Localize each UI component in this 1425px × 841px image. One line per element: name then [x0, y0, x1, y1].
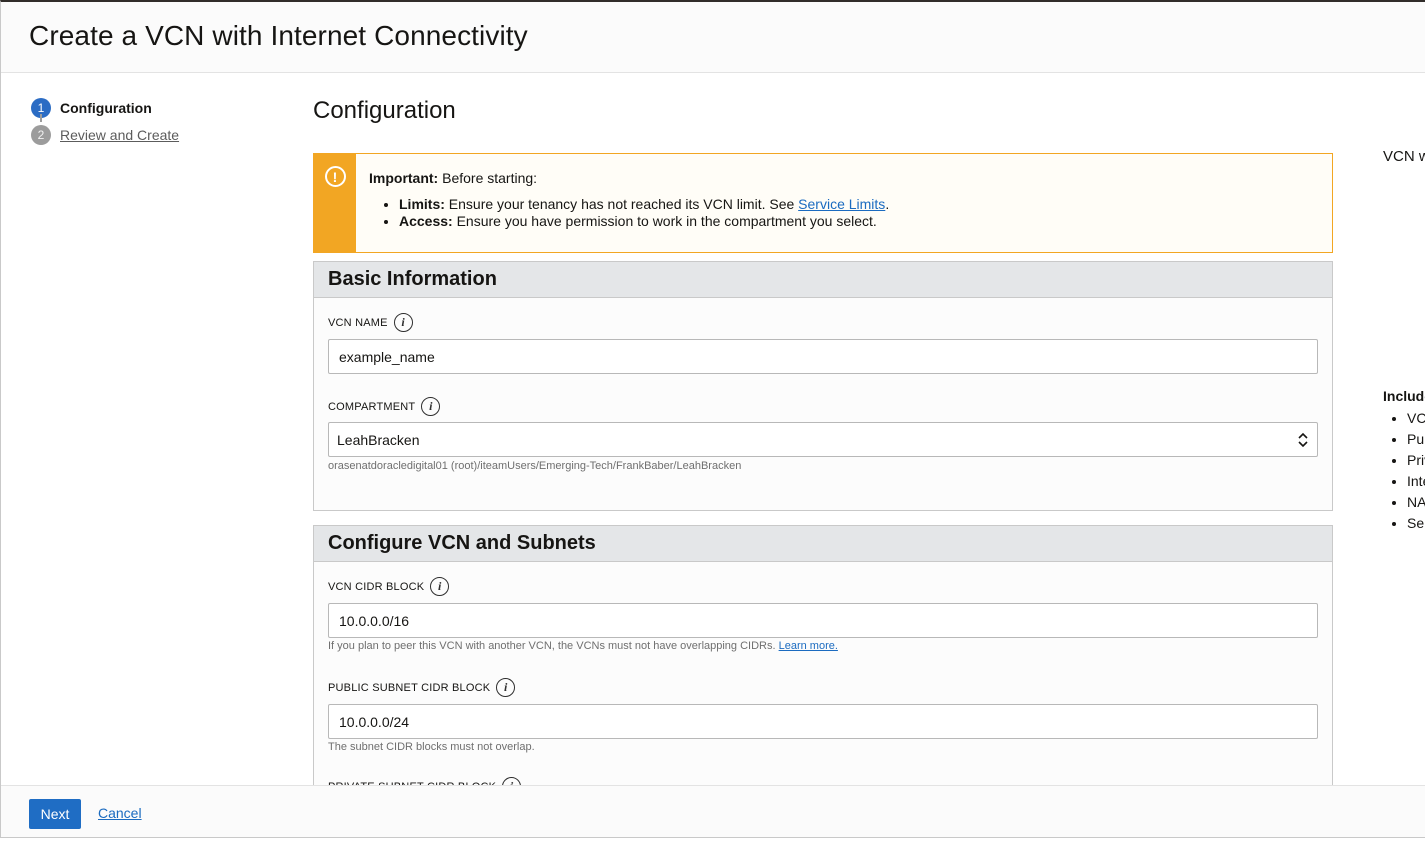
- summary-title: VCN w: [1383, 148, 1425, 165]
- summary-item: Priv: [1407, 450, 1425, 471]
- vcn-cidr-help-text: If you plan to peer this VCN with anothe…: [328, 640, 779, 652]
- compartment-select-value: LeahBracken: [337, 431, 420, 448]
- step-review-and-create[interactable]: 2 Review and Create: [31, 121, 271, 148]
- important-alert: ! Important: Before starting: Limits: En…: [313, 153, 1333, 253]
- vcn-cidr-help: If you plan to peer this VCN with anothe…: [328, 640, 838, 652]
- alert-item-bold: Limits:: [399, 196, 445, 212]
- alert-list: Limits: Ensure your tenancy has not reac…: [369, 196, 889, 230]
- vcn-cidr-input[interactable]: [328, 603, 1318, 638]
- compartment-label-text: COMPARTMENT: [328, 400, 416, 413]
- configure-vcn-title: Configure VCN and Subnets: [314, 526, 1332, 562]
- page-title: Create a VCN with Internet Connectivity: [29, 20, 528, 51]
- summary-includes: Include: [1383, 388, 1425, 404]
- summary-item: Ser: [1407, 513, 1425, 534]
- compartment-select[interactable]: LeahBracken: [328, 422, 1318, 457]
- service-limits-link[interactable]: Service Limits: [798, 196, 885, 212]
- cancel-link[interactable]: Cancel: [98, 805, 142, 821]
- section-title: Configuration: [313, 97, 456, 124]
- alert-item-text: Ensure you have permission to work in th…: [452, 213, 877, 229]
- alert-lead-text: Before starting:: [438, 170, 538, 186]
- step-configuration[interactable]: 1 Configuration: [31, 94, 271, 122]
- public-subnet-help: The subnet CIDR blocks must not overlap.: [328, 741, 535, 753]
- basic-information-section: Basic Information VCN NAME i COMPARTMENT…: [313, 261, 1333, 511]
- alert-lead: Important: Before starting:: [369, 170, 889, 186]
- alert-item-access: Access: Ensure you have permission to wo…: [399, 213, 889, 230]
- alert-item-text: Ensure your tenancy has not reached its …: [444, 196, 799, 212]
- summary-item: Inte: [1407, 471, 1425, 492]
- summary-list: VC Pul Priv Inte NA Ser: [1383, 408, 1425, 534]
- wizard-panel: Create a VCN with Internet Connectivity …: [0, 0, 1425, 838]
- vcn-name-input[interactable]: [328, 339, 1318, 374]
- wizard-steps: 1 Configuration 2 Review and Create: [31, 94, 271, 148]
- alert-bar: !: [314, 154, 356, 252]
- public-subnet-label-text: PUBLIC SUBNET CIDR BLOCK: [328, 681, 491, 694]
- public-subnet-input[interactable]: [328, 704, 1318, 739]
- alert-lead-bold: Important:: [369, 170, 439, 186]
- step-number-2: 2: [31, 124, 51, 145]
- info-icon[interactable]: i: [496, 678, 516, 697]
- step-label-review-and-create[interactable]: Review and Create: [60, 127, 179, 143]
- summary-item: NA: [1407, 492, 1425, 513]
- vcn-cidr-label-text: VCN CIDR BLOCK: [328, 580, 425, 593]
- warning-icon: !: [324, 166, 346, 187]
- info-icon[interactable]: i: [393, 313, 413, 332]
- summary-item: VC: [1407, 408, 1425, 429]
- basic-information-title: Basic Information: [314, 262, 1332, 298]
- alert-item-limits: Limits: Ensure your tenancy has not reac…: [399, 196, 889, 213]
- vcn-cidr-label: VCN CIDR BLOCK i: [328, 577, 450, 596]
- panel-header: Create a VCN with Internet Connectivity: [1, 2, 1425, 73]
- info-icon[interactable]: i: [430, 577, 450, 596]
- public-subnet-label: PUBLIC SUBNET CIDR BLOCK i: [328, 678, 516, 697]
- vcn-name-label-text: VCN NAME: [328, 316, 388, 329]
- learn-more-link[interactable]: Learn more.: [779, 640, 838, 652]
- step-label-configuration: Configuration: [60, 99, 152, 116]
- compartment-label: COMPARTMENT i: [328, 397, 441, 416]
- alert-item-bold: Access:: [399, 213, 453, 229]
- summary-item: Pul: [1407, 429, 1425, 450]
- alert-item-after: .: [885, 196, 890, 212]
- alert-body: Important: Before starting: Limits: Ensu…: [369, 170, 889, 230]
- select-arrows-icon: [1298, 432, 1308, 448]
- vcn-name-label: VCN NAME i: [328, 313, 413, 332]
- info-icon[interactable]: i: [421, 397, 441, 416]
- compartment-path: orasenatdoracledigital01 (root)/iteamUse…: [328, 460, 742, 472]
- panel-footer: Next Cancel: [1, 785, 1425, 837]
- next-button[interactable]: Next: [29, 799, 81, 829]
